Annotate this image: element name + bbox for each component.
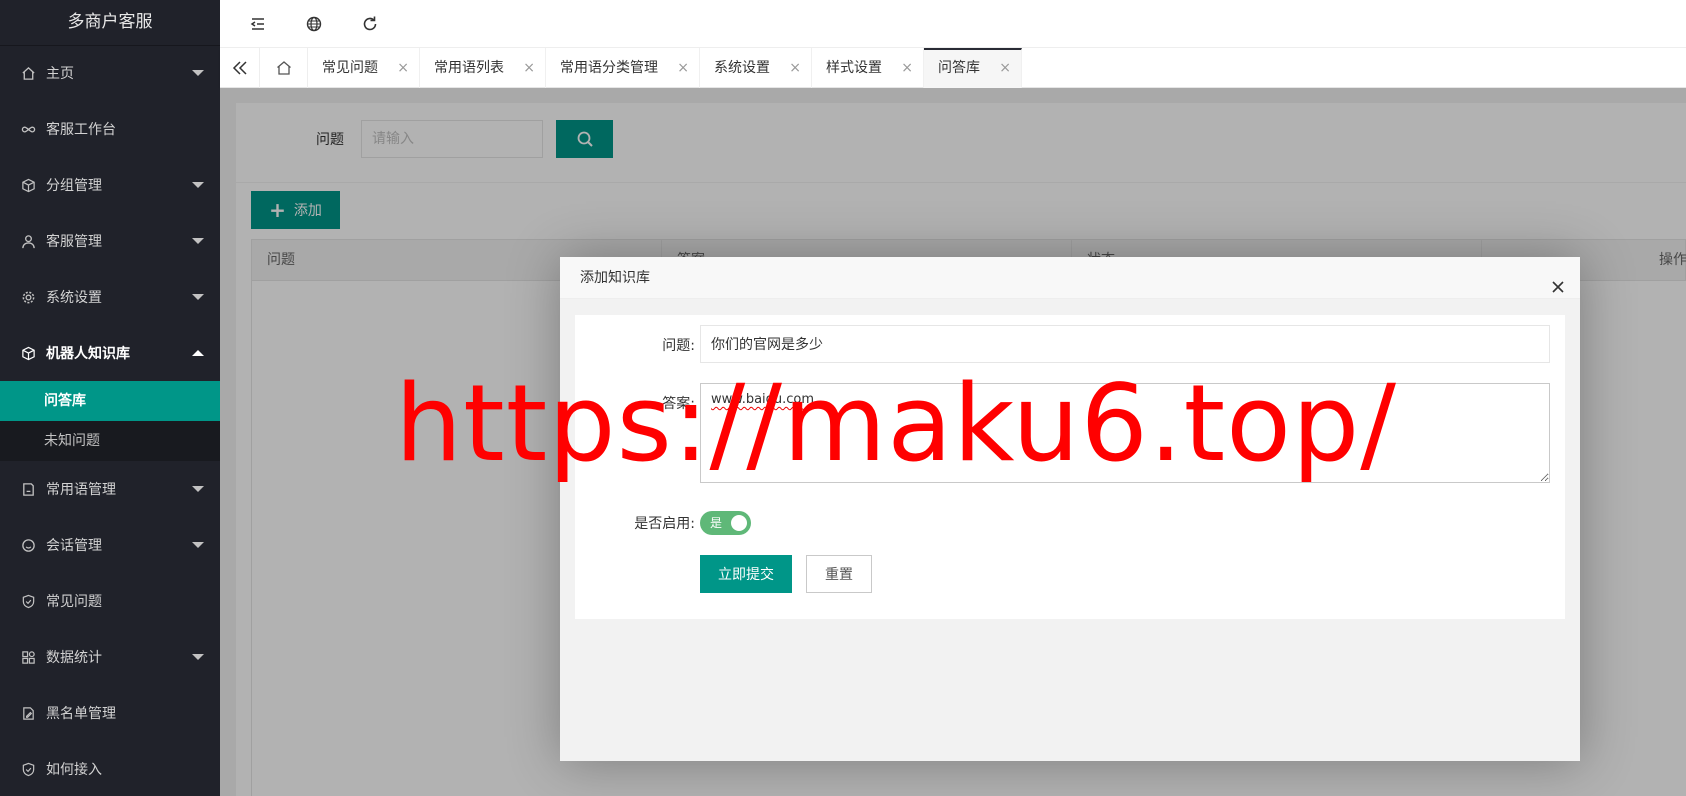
question-label: 问题: — [662, 338, 695, 354]
tab-system-settings[interactable]: 系统设置 × — [700, 48, 812, 88]
gear-icon — [20, 289, 36, 305]
enable-label: 是否启用: — [634, 516, 695, 532]
tabs-scroll-left-icon[interactable] — [220, 48, 260, 88]
close-icon[interactable]: × — [523, 48, 535, 88]
refresh-icon[interactable] — [358, 12, 382, 36]
tab-home[interactable] — [260, 48, 308, 88]
tab-label: 常见问题 — [322, 60, 378, 76]
sidebar-item-label: 黑名单管理 — [46, 706, 116, 722]
home-icon — [20, 65, 36, 81]
sidebar-item-label: 客服管理 — [46, 234, 102, 250]
edit-icon — [20, 705, 36, 721]
sidebar-subnav: 问答库 未知问题 — [0, 381, 220, 461]
close-icon[interactable]: × — [397, 48, 409, 88]
shield-icon — [20, 761, 36, 777]
sidebar-item-label: 系统设置 — [46, 290, 102, 306]
close-icon[interactable]: × — [677, 48, 689, 88]
sidebar-item-workbench[interactable]: 客服工作台 — [0, 101, 220, 157]
add-knowledge-modal: 添加知识库 问题: 答案: www.baidu.com 是否启用: 是 立即提交… — [560, 257, 1580, 761]
tabs-bar: 常见问题 × 常用语列表 × 常用语分类管理 × 系统设置 × 样式设置 × 问答库 × — [220, 48, 1686, 88]
reset-button[interactable]: 重置 — [806, 555, 872, 593]
chevron-down-icon — [192, 542, 204, 548]
home-icon — [276, 61, 291, 75]
globe-icon[interactable] — [302, 12, 326, 36]
sidebar-item-sessions[interactable]: 会话管理 — [0, 517, 220, 573]
sidebar-item-stats[interactable]: 数据统计 — [0, 629, 220, 685]
answer-textarea[interactable]: www.baidu.com — [700, 383, 1550, 483]
switch-knob — [731, 515, 747, 531]
sidebar-item-label: 主页 — [46, 66, 74, 82]
sidebar: 多商户客服 主页 客服工作台 分组管理 客服管理 系统设置 机器人知识库 问答库… — [0, 0, 220, 796]
sidebar-item-label: 分组管理 — [46, 178, 102, 194]
sidebar-item-home[interactable]: 主页 — [0, 45, 220, 101]
sidebar-item-settings[interactable]: 系统设置 — [0, 269, 220, 325]
tab-label: 样式设置 — [826, 60, 882, 76]
tab-faq[interactable]: 常见问题 × — [308, 48, 420, 88]
tab-label: 常用语分类管理 — [560, 60, 658, 76]
modal-title: 添加知识库 — [580, 270, 650, 286]
sidebar-item-agents[interactable]: 客服管理 — [0, 213, 220, 269]
chevron-down-icon — [192, 486, 204, 492]
sidebar-item-label: 机器人知识库 — [46, 346, 130, 362]
sidebar-item-label: 如何接入 — [46, 762, 102, 778]
sidebar-item-blacklist[interactable]: 黑名单管理 — [0, 685, 220, 741]
tab-style-settings[interactable]: 样式设置 × — [812, 48, 924, 88]
shield-icon — [20, 593, 36, 609]
switch-text: 是 — [710, 516, 723, 530]
sidebar-item-faq[interactable]: 常见问题 — [0, 573, 220, 629]
close-icon[interactable]: × — [789, 48, 801, 88]
tab-qa-library[interactable]: 问答库 × — [924, 48, 1022, 88]
close-icon[interactable]: × — [999, 50, 1011, 86]
chevron-down-icon — [192, 182, 204, 188]
sidebar-subitem-qa[interactable]: 问答库 — [0, 381, 220, 421]
cube-icon — [20, 177, 36, 193]
chevron-up-icon — [192, 350, 204, 356]
chevron-down-icon — [192, 654, 204, 660]
collapse-sidebar-icon[interactable] — [246, 12, 270, 36]
knowledge-form: 问题: 答案: www.baidu.com 是否启用: 是 立即提交 重置 — [575, 315, 1565, 619]
submit-button[interactable]: 立即提交 — [700, 555, 792, 593]
enable-switch[interactable]: 是 — [700, 511, 751, 535]
close-icon[interactable]: × — [901, 48, 913, 88]
sidebar-item-label: 客服工作台 — [46, 122, 116, 138]
sidebar-item-label: 会话管理 — [46, 538, 102, 554]
sidebar-item-label: 数据统计 — [46, 650, 102, 666]
infinity-icon — [20, 121, 36, 137]
sidebar-item-phrases[interactable]: 常用语管理 — [0, 461, 220, 517]
question-input[interactable] — [700, 325, 1550, 363]
note-icon — [20, 481, 36, 497]
tab-phrase-list[interactable]: 常用语列表 × — [420, 48, 546, 88]
modal-header: 添加知识库 — [560, 257, 1580, 299]
top-bar — [220, 0, 1686, 48]
app-title: 多商户客服 — [0, 0, 220, 45]
grid-icon — [20, 649, 36, 665]
sidebar-item-groups[interactable]: 分组管理 — [0, 157, 220, 213]
chevron-down-icon — [192, 238, 204, 244]
answer-label: 答案: — [662, 396, 695, 412]
sidebar-item-label: 常用语管理 — [46, 482, 116, 498]
chevron-down-icon — [192, 294, 204, 300]
tab-label: 常用语列表 — [434, 60, 504, 76]
chevron-down-icon — [192, 70, 204, 76]
tab-label: 系统设置 — [714, 60, 770, 76]
close-icon[interactable] — [1550, 270, 1566, 293]
tab-phrase-category[interactable]: 常用语分类管理 × — [546, 48, 700, 88]
sidebar-item-robot-kb[interactable]: 机器人知识库 — [0, 325, 220, 381]
user-icon — [20, 233, 36, 249]
sidebar-item-integration[interactable]: 如何接入 — [0, 741, 220, 796]
sidebar-subitem-unknown[interactable]: 未知问题 — [0, 421, 220, 461]
cube-icon — [20, 345, 36, 361]
tab-label: 问答库 — [938, 60, 980, 76]
sidebar-item-label: 常见问题 — [46, 594, 102, 610]
smile-icon — [20, 537, 36, 553]
